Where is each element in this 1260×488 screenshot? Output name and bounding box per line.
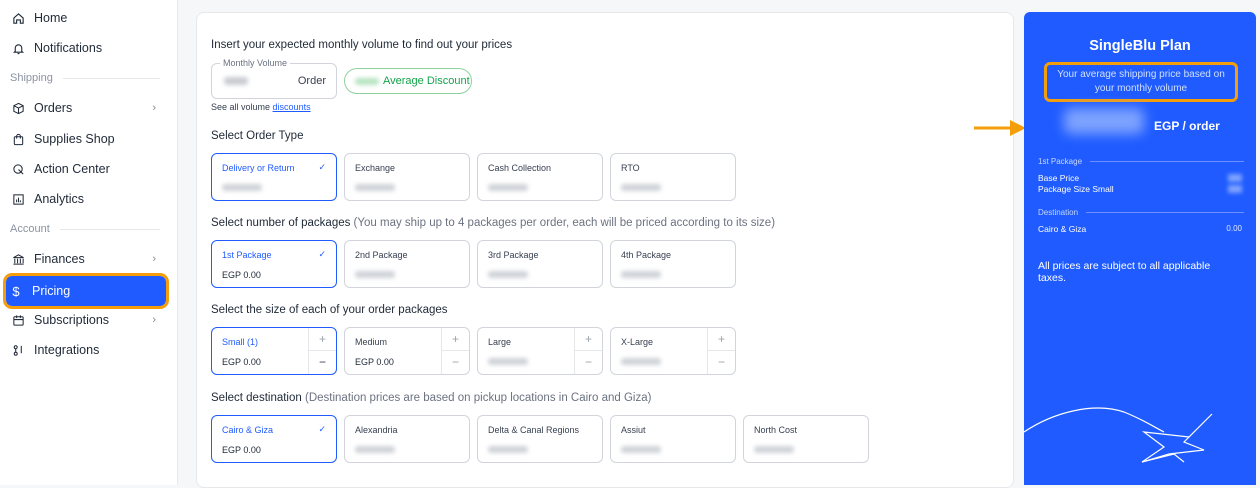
section-1st-package: 1st Package bbox=[1038, 157, 1244, 166]
average-discount-badge: Average Discount bbox=[344, 68, 472, 94]
destination-cairo-giza[interactable]: Cairo & Giza ✓ EGP 0.00 bbox=[211, 415, 337, 463]
calendar-icon bbox=[10, 312, 26, 328]
sidebar-item-label: Finances bbox=[34, 252, 85, 266]
package-3[interactable]: 3rd Package bbox=[477, 240, 603, 288]
destination-delta-canal[interactable]: Delta & Canal Regions bbox=[477, 415, 603, 463]
packages-heading: Select number of packages (You may ship … bbox=[211, 217, 776, 229]
bag-icon bbox=[10, 131, 26, 147]
volume-legend: Monthly Volume bbox=[220, 58, 291, 68]
check-icon: ✓ bbox=[318, 162, 326, 172]
sidebar-item-subscriptions[interactable]: Subscriptions › bbox=[8, 306, 168, 334]
see-all-discounts: See all volume discounts bbox=[211, 102, 311, 112]
sidebar-item-label: Notifications bbox=[34, 41, 103, 55]
volume-unit: Order bbox=[297, 75, 326, 87]
sidebar: Home Notifications Shipping Orders › Sup… bbox=[0, 0, 178, 485]
size-medium[interactable]: Medium EGP 0.00 + − bbox=[344, 327, 470, 375]
integrations-icon bbox=[10, 342, 26, 358]
sidebar-item-label: Home bbox=[34, 11, 68, 25]
order-type-cash-collection[interactable]: Cash Collection bbox=[477, 153, 603, 201]
minus-button[interactable]: − bbox=[442, 351, 469, 374]
plan-summary-panel: SingleBlu Plan Your average shipping pri… bbox=[1024, 12, 1256, 485]
plan-title: SingleBlu Plan bbox=[1089, 38, 1191, 54]
chart-icon bbox=[10, 191, 26, 207]
sidebar-item-analytics[interactable]: Analytics bbox=[8, 185, 168, 213]
sidebar-item-orders[interactable]: Orders › bbox=[8, 94, 168, 122]
box-icon bbox=[10, 100, 26, 116]
plus-button[interactable]: + bbox=[708, 328, 735, 351]
plan-note: Your average shipping price based on you… bbox=[1044, 62, 1238, 102]
minus-button[interactable]: − bbox=[309, 351, 336, 374]
size-xlarge[interactable]: X-Large + − bbox=[610, 327, 736, 375]
average-price-redacted bbox=[1064, 108, 1144, 134]
sidebar-item-label: Action Center bbox=[34, 162, 110, 176]
discounts-link[interactable]: discounts bbox=[273, 102, 311, 112]
sidebar-item-notifications[interactable]: Notifications bbox=[8, 34, 168, 62]
volume-prompt: Insert your expected monthly volume to f… bbox=[211, 39, 513, 51]
plus-button[interactable]: + bbox=[442, 328, 469, 351]
section-shipping: Shipping bbox=[10, 72, 160, 84]
sidebar-item-label: Supplies Shop bbox=[34, 132, 115, 146]
sidebar-item-integrations[interactable]: Integrations bbox=[8, 336, 168, 364]
destination-label: Cairo & Giza bbox=[1038, 224, 1087, 234]
package-size-redacted bbox=[1228, 185, 1242, 193]
section-account: Account bbox=[10, 223, 160, 235]
discount-value-redacted bbox=[355, 77, 379, 85]
check-icon: ✓ bbox=[318, 249, 326, 259]
package-2[interactable]: 2nd Package bbox=[344, 240, 470, 288]
discount-label: Average Discount bbox=[383, 75, 470, 87]
bird-illustration-icon bbox=[1024, 407, 1213, 463]
chevron-right-icon: › bbox=[152, 102, 156, 114]
sidebar-item-finances[interactable]: Finances › bbox=[8, 245, 168, 273]
sidebar-item-label: Integrations bbox=[34, 343, 100, 357]
dollar-icon: $ bbox=[12, 283, 20, 299]
package-1[interactable]: 1st Package ✓ EGP 0.00 bbox=[211, 240, 337, 288]
taxes-note: All prices are subject to all applicable… bbox=[1038, 260, 1211, 284]
sidebar-item-home[interactable]: Home bbox=[8, 4, 168, 32]
sidebar-item-label: Analytics bbox=[34, 192, 85, 206]
bank-icon bbox=[10, 251, 26, 267]
chevron-right-icon: › bbox=[152, 314, 156, 326]
destination-value: 0.00 bbox=[1226, 224, 1242, 233]
sizes-heading: Select the size of each of your order pa… bbox=[211, 304, 448, 316]
destination-assiut[interactable]: Assiut bbox=[610, 415, 736, 463]
order-type-delivery[interactable]: Delivery or Return ✓ bbox=[211, 153, 337, 201]
action-icon bbox=[10, 161, 26, 177]
order-type-rto[interactable]: RTO bbox=[610, 153, 736, 201]
sidebar-item-pricing[interactable]: $ Pricing bbox=[3, 273, 169, 309]
base-price-label: Base Price bbox=[1038, 173, 1080, 183]
destination-heading: Select destination (Destination prices a… bbox=[211, 392, 652, 404]
order-type-exchange[interactable]: Exchange bbox=[344, 153, 470, 201]
sidebar-item-supplies-shop[interactable]: Supplies Shop bbox=[8, 125, 168, 153]
plus-button[interactable]: + bbox=[575, 328, 602, 351]
sidebar-item-label: Subscriptions bbox=[34, 313, 110, 327]
check-icon: ✓ bbox=[318, 424, 326, 434]
volume-value-redacted bbox=[224, 77, 248, 85]
package-4[interactable]: 4th Package bbox=[610, 240, 736, 288]
sidebar-item-label: Orders bbox=[34, 101, 73, 115]
size-small[interactable]: Small (1) EGP 0.00 + − bbox=[211, 327, 337, 375]
home-icon bbox=[10, 10, 26, 26]
price-unit: EGP / order bbox=[1154, 119, 1220, 133]
minus-button[interactable]: − bbox=[575, 351, 602, 374]
sidebar-item-action-center[interactable]: Action Center bbox=[8, 155, 168, 183]
order-type-heading: Select Order Type bbox=[211, 130, 304, 142]
sidebar-item-label: Pricing bbox=[32, 284, 71, 298]
package-size-label: Package Size Small bbox=[1038, 184, 1114, 194]
bell-icon bbox=[10, 40, 26, 56]
destination-north-cost[interactable]: North Cost bbox=[743, 415, 869, 463]
chevron-right-icon: › bbox=[152, 253, 156, 265]
pointer-arrow-icon bbox=[974, 120, 1026, 136]
pricing-calculator: Insert your expected monthly volume to f… bbox=[196, 12, 1014, 488]
monthly-volume-input[interactable]: Monthly Volume Order bbox=[211, 58, 337, 99]
size-large[interactable]: Large + − bbox=[477, 327, 603, 375]
section-destination: Destination bbox=[1038, 208, 1244, 217]
destination-alexandria[interactable]: Alexandria bbox=[344, 415, 470, 463]
base-price-redacted bbox=[1228, 174, 1242, 182]
minus-button[interactable]: − bbox=[708, 351, 735, 374]
plus-button[interactable]: + bbox=[309, 328, 336, 351]
